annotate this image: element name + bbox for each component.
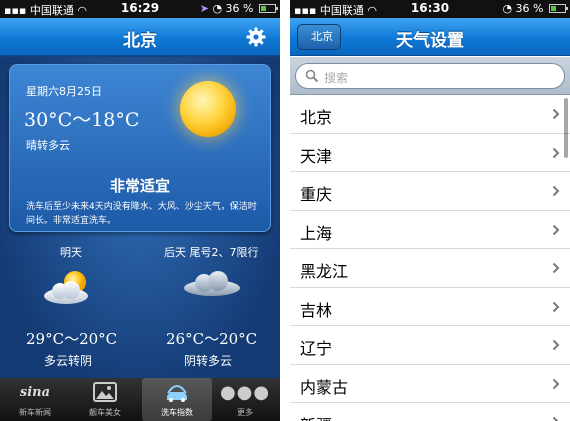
tab-car-wash-index[interactable]: 洗车指数 xyxy=(142,378,212,421)
city-name: 新疆 xyxy=(300,412,332,421)
forecast-day-2-weather: 阴转多云 xyxy=(184,354,233,368)
chevron-right-icon xyxy=(552,147,560,158)
nav-bar: 北京 xyxy=(0,18,280,56)
search-icon xyxy=(305,69,319,83)
status-right: ➤ ◔ 36 % xyxy=(199,2,278,15)
chevron-right-icon xyxy=(552,416,559,421)
city-name: 天津 xyxy=(300,146,333,166)
city-name: 黑龙江 xyxy=(300,262,349,281)
status-bar: ▪▪▪ 中国联通 ◠ 16:29 ➤ ◔ 36 % xyxy=(0,0,280,18)
more-icon: ●●● xyxy=(219,381,271,403)
gear-icon[interactable] xyxy=(246,27,266,47)
search-placeholder: 搜索 xyxy=(324,71,349,85)
city-list-item[interactable]: 新疆 xyxy=(290,403,570,421)
today-temp: 30°C～18°C xyxy=(24,109,140,131)
city-name: 内蒙古 xyxy=(300,377,349,397)
nav-bar: 北京 天气设置 xyxy=(290,18,570,56)
today-weather: 晴转多云 xyxy=(26,139,70,152)
car-wash-rating: 非常适宜 xyxy=(109,177,170,195)
forecast-day-1-temp: 29°C～20°C xyxy=(26,330,118,348)
page-title: 北京 xyxy=(123,31,157,51)
car-wash-advice: 洗车后至少未来4天内没有降水、大风、沙尘天气，保洁时间长。非常适宜洗车。 xyxy=(26,202,257,226)
car-wash-icon xyxy=(142,378,212,406)
search-bar: 搜索 xyxy=(290,57,570,95)
chevron-right-icon xyxy=(552,301,560,312)
battery-icon xyxy=(549,4,568,13)
today-date: 星期六8月25日 xyxy=(26,85,102,98)
city-list-item[interactable]: 北京 xyxy=(290,95,570,134)
cloudy-icon xyxy=(184,271,240,296)
status-right: ◔ 36 % xyxy=(502,2,568,15)
forecast-day-2-label: 后天 尾号2、7限行 xyxy=(164,246,259,259)
chevron-right-icon xyxy=(552,378,560,389)
sina-icon: sina xyxy=(19,384,51,400)
city-name: 重庆 xyxy=(300,185,333,204)
forecast-day-1-weather: 多云转阴 xyxy=(44,354,93,368)
sun-icon xyxy=(180,81,236,137)
tab-car-beauty[interactable]: 靓车美女 xyxy=(70,378,140,421)
city-name: 北京 xyxy=(300,108,333,127)
city-name: 上海 xyxy=(300,223,333,243)
weather-settings-screen: ▪▪▪ 中国联通 ◠ 16:30 ◔ 36 % 北京 天气设置 搜索 北京天津重… xyxy=(290,0,570,421)
tab-more[interactable]: ●●● 更多 xyxy=(210,378,280,421)
alarm-icon: ◔ xyxy=(502,2,513,15)
city-list-item[interactable]: 内蒙古 xyxy=(290,365,570,403)
chevron-right-icon xyxy=(552,339,560,351)
chevron-right-icon xyxy=(552,224,560,235)
status-bar: ▪▪▪ 中国联通 ◠ 16:30 ◔ 36 % xyxy=(290,0,570,18)
city-list-item[interactable]: 黑龙江 xyxy=(290,249,570,288)
city-list-item[interactable]: 辽宁 xyxy=(290,326,570,365)
battery-text: 36 % xyxy=(515,2,544,15)
alarm-icon: ◔ xyxy=(212,2,223,15)
battery-icon xyxy=(259,4,278,13)
battery-text: 36 % xyxy=(225,2,254,15)
chevron-right-icon xyxy=(552,185,560,197)
city-name: 辽宁 xyxy=(300,339,333,358)
city-list-item[interactable]: 重庆 xyxy=(290,172,570,211)
weather-screen: ▪▪▪ 中国联通 ◠ 16:29 ➤ ◔ 36 % 北京 星期六8月25日 30… xyxy=(0,0,280,421)
search-input[interactable]: 搜索 xyxy=(295,63,565,89)
city-list: 北京天津重庆上海黑龙江吉林辽宁内蒙古新疆 xyxy=(290,95,570,421)
location-icon: ➤ xyxy=(199,2,209,15)
chevron-right-icon xyxy=(552,108,560,120)
forecast-day-1-label: 明天 xyxy=(60,246,82,259)
page-title: 天气设置 xyxy=(396,31,464,51)
tab-bar: sina 新车新闻 靓车美女 洗车指数 ●●● 更多 xyxy=(0,378,280,421)
photo-icon xyxy=(70,378,140,406)
city-name: 吉林 xyxy=(300,300,333,320)
today-card: 星期六8月25日 30°C～18°C 晴转多云 非常适宜 洗车后至少未来4天内没… xyxy=(9,64,271,232)
scrollbar[interactable] xyxy=(564,98,568,158)
city-list-item[interactable]: 天津 xyxy=(290,134,570,172)
forecast-day-2-temp: 26°C～20°C xyxy=(166,330,258,348)
partly-cloudy-icon xyxy=(44,271,88,304)
tab-new-car-news[interactable]: sina 新车新闻 xyxy=(0,378,70,421)
chevron-right-icon xyxy=(552,262,560,274)
city-list-item[interactable]: 吉林 xyxy=(290,288,570,326)
city-list-item[interactable]: 上海 xyxy=(290,211,570,249)
